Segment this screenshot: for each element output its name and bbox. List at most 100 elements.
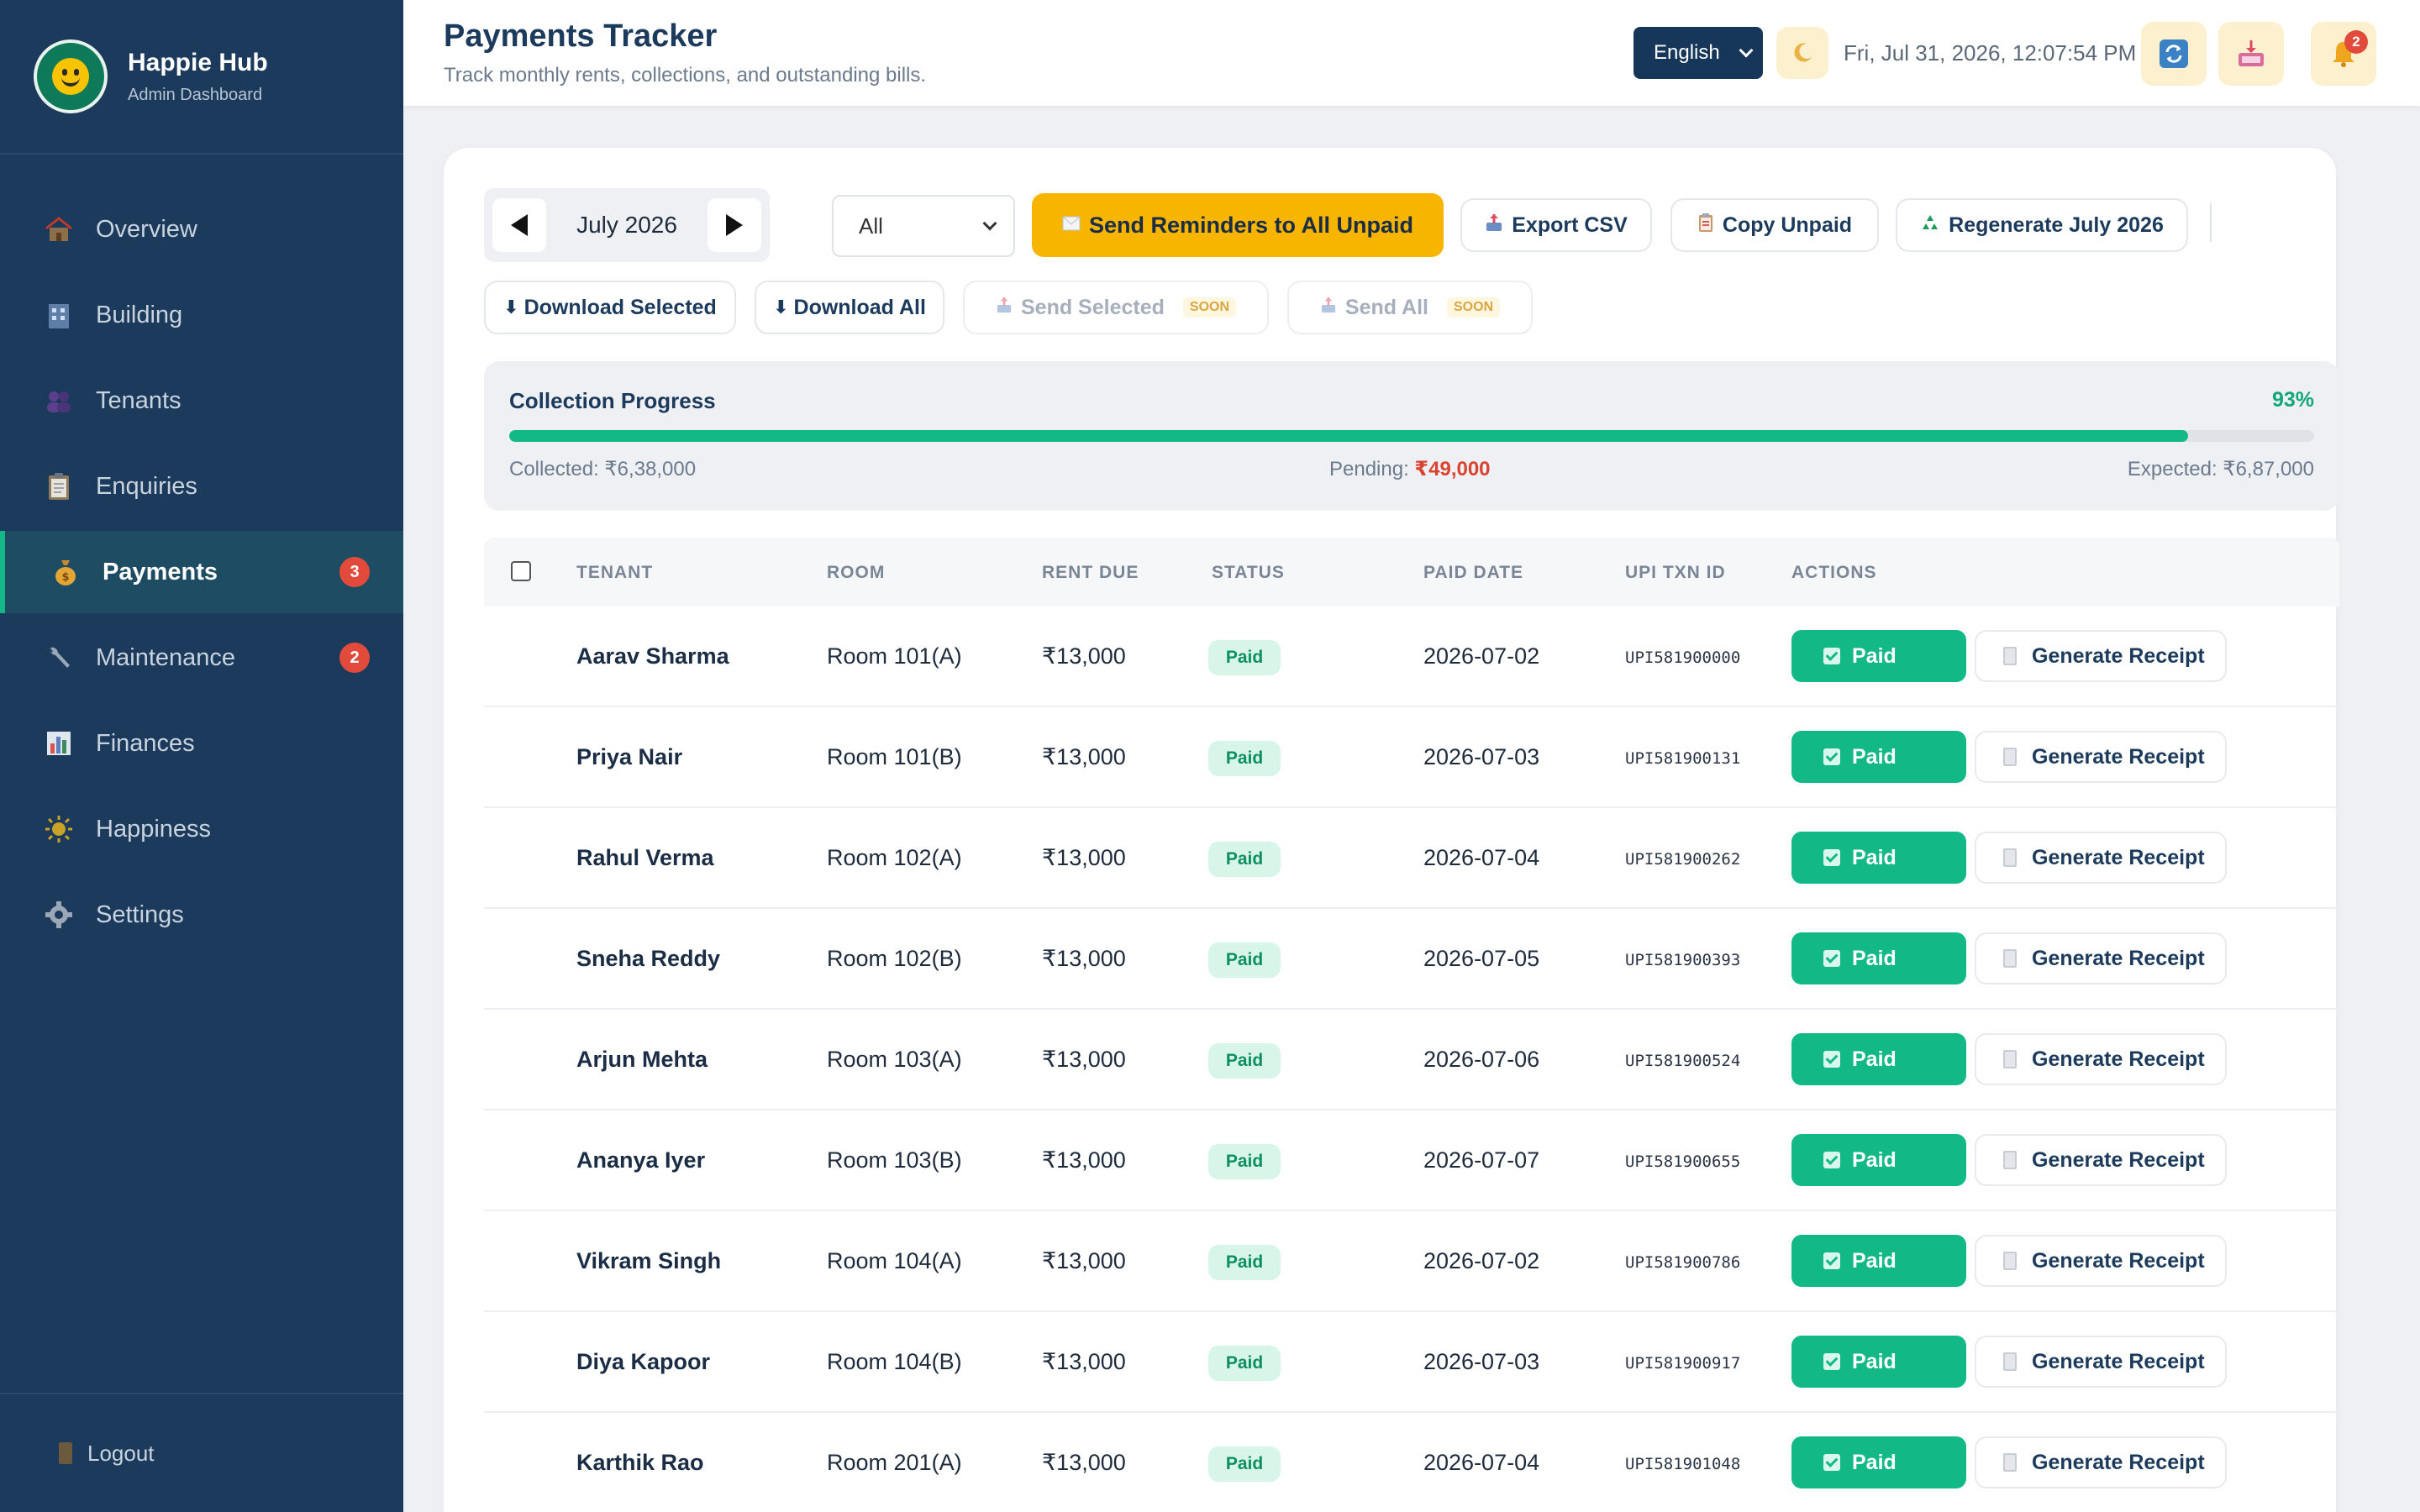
mark-paid-button[interactable]: Paid [1791,1436,1966,1488]
mark-paid-button[interactable]: Paid [1791,731,1966,783]
send-selected-button[interactable]: Send Selected SOON [963,281,1269,334]
checkmark-icon [1823,748,1840,765]
sidebar-item-payments[interactable]: $ Payments 3 [0,531,403,613]
generate-receipt-button[interactable]: Generate Receipt [1975,1033,2227,1085]
arrow-right-icon [726,214,743,236]
column-header-status[interactable]: STATUS [1212,563,1285,583]
room-number: Room 201(A) [827,1450,962,1475]
checkmark-icon [1823,1252,1840,1269]
notifications-button[interactable]: 2 [2311,22,2376,86]
sidebar-item-settings[interactable]: Settings [0,874,403,956]
generate-receipt-button[interactable]: Generate Receipt [1975,1436,2227,1488]
paid-date: 2026-07-04 [1423,845,1540,870]
table-row: Ananya Iyer Room 103(B) ₹13,000 Paid 202… [484,1110,2339,1211]
receipt-button-label: Generate Receipt [2032,1450,2205,1474]
room-number: Room 101(B) [827,744,962,769]
paid-button-label: Paid [1852,643,1897,668]
generate-receipt-button[interactable]: Generate Receipt [1975,832,2227,884]
sidebar-item-tenants[interactable]: Tenants [0,360,403,442]
send-reminders-label: Send Reminders to All Unpaid [1088,212,1414,238]
next-month-button[interactable] [708,198,761,252]
generate-receipt-button[interactable]: Generate Receipt [1975,630,2227,682]
select-all-checkbox[interactable] [511,561,531,581]
sidebar-item-label: Maintenance [96,643,236,671]
generate-receipt-button[interactable]: Generate Receipt [1975,1336,2227,1388]
download-all-button[interactable]: ⬇ Download All [755,281,944,334]
send-all-label: Send All [1344,295,1428,319]
tenant-name: Vikram Singh [576,1248,722,1273]
mark-paid-button[interactable]: Paid [1791,630,1966,682]
current-datetime: Fri, Jul 31, 2026, 12:07:54 PM [1844,40,2137,66]
column-header-rent-due[interactable]: RENT DUE [1042,563,1139,583]
download-selected-button[interactable]: ⬇ Download Selected [484,281,736,334]
moon-icon [1794,43,1812,62]
sidebar-item-label: Tenants [96,386,182,414]
paid-button-label: Paid [1852,1349,1897,1373]
send-reminders-button[interactable]: Send Reminders to All Unpaid [1032,193,1444,257]
expected-amount: Expected: ₹6,87,000 [2127,458,2314,480]
sidebar-item-building[interactable]: Building [0,274,403,356]
envelope-icon [1062,214,1081,236]
copy-unpaid-button[interactable]: Copy Unpaid [1670,198,1879,252]
tenant-name: Diya Kapoor [576,1349,711,1374]
language-select[interactable]: English [1634,27,1763,79]
status-badge: Paid [1208,741,1281,776]
generate-receipt-button[interactable]: Generate Receipt [1975,932,2227,984]
rent-due: ₹13,000 [1042,845,1126,870]
building-icon [44,300,74,330]
logout-button[interactable]: Logout [0,1393,403,1512]
sidebar-item-finances[interactable]: Finances [0,702,403,785]
room-number: Room 104(B) [827,1349,962,1374]
sidebar-item-maintenance[interactable]: Maintenance 2 [0,617,403,699]
collection-progress: Collection Progress 93% Collected: ₹6,38… [484,361,2339,511]
paid-date: 2026-07-04 [1423,1450,1540,1475]
status-filter-select[interactable]: All [832,195,1015,257]
checkmark-icon [1823,849,1840,866]
sidebar-item-happiness[interactable]: Happiness [0,788,403,870]
status-badge: Paid [1208,1245,1281,1280]
checkmark-icon [1823,950,1840,967]
send-all-button[interactable]: Send All SOON [1287,281,1533,334]
mark-paid-button[interactable]: Paid [1791,1235,1966,1287]
tenant-name: Ananya Iyer [576,1147,706,1173]
regenerate-button[interactable]: Regenerate July 2026 [1896,198,2188,252]
generate-receipt-button[interactable]: Generate Receipt [1975,731,2227,783]
sidebar-item-overview[interactable]: Overview [0,188,403,270]
generate-receipt-button[interactable]: Generate Receipt [1975,1235,2227,1287]
column-header-room[interactable]: ROOM [827,563,885,583]
regenerate-label: Regenerate July 2026 [1949,213,2164,237]
download-arrow-icon: ⬇ [503,297,519,318]
top-header: Payments Tracker Track monthly rents, co… [403,0,2420,106]
tenant-name: Priya Nair [576,744,683,769]
chevron-down-icon [982,216,997,231]
rent-due: ₹13,000 [1042,1349,1126,1374]
mark-paid-button[interactable]: Paid [1791,1336,1966,1388]
column-header-tenant[interactable]: TENANT [576,563,653,583]
inbox-download-button[interactable] [2218,22,2284,86]
smiley-icon [52,58,89,95]
download-selected-label: Download Selected [523,295,717,319]
table-row: Vikram Singh Room 104(A) ₹13,000 Paid 20… [484,1211,2339,1312]
column-header-paid-date[interactable]: PAID DATE [1423,563,1523,583]
receipt-button-label: Generate Receipt [2032,1349,2205,1373]
upi-txn-id: UPI581900262 [1625,850,1741,869]
mark-paid-button[interactable]: Paid [1791,932,1966,984]
theme-toggle-button[interactable] [1776,27,1828,79]
refresh-button[interactable] [2141,22,2207,86]
generate-receipt-button[interactable]: Generate Receipt [1975,1134,2227,1186]
status-badge: Paid [1208,942,1281,978]
payments-badge: 3 [339,557,370,587]
export-csv-button[interactable]: Export CSV [1460,198,1652,252]
mark-paid-button[interactable]: Paid [1791,1134,1966,1186]
progress-percent: 93% [2271,388,2314,412]
room-number: Room 102(A) [827,845,962,870]
paid-date: 2026-07-02 [1423,643,1540,669]
mark-paid-button[interactable]: Paid [1791,1033,1966,1085]
gear-icon [44,900,74,930]
mark-paid-button[interactable]: Paid [1791,832,1966,884]
rent-due: ₹13,000 [1042,1248,1126,1273]
language-value: English [1654,41,1720,64]
column-header-upi-txn-id[interactable]: UPI TXN ID [1625,563,1726,583]
sidebar-item-enquiries[interactable]: Enquiries [0,445,403,528]
house-icon [44,214,74,244]
